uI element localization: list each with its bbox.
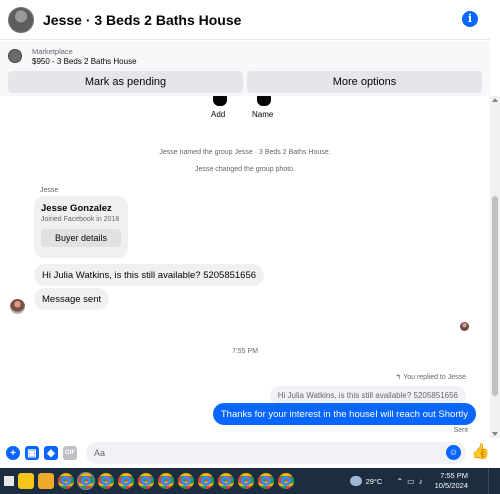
sticker-icon[interactable]: ◆ bbox=[44, 446, 58, 460]
listing-actions: Mark as pending More options bbox=[0, 71, 490, 96]
cloud-icon[interactable] bbox=[349, 476, 362, 486]
scroll-down-icon[interactable] bbox=[492, 432, 498, 436]
message-input[interactable]: Aa bbox=[86, 442, 466, 464]
mark-pending-button[interactable]: Mark as pending bbox=[8, 71, 243, 93]
message-status: Sent bbox=[453, 427, 468, 434]
chat-scrollbar[interactable] bbox=[490, 96, 500, 438]
incoming-message[interactable]: Message sent bbox=[34, 288, 110, 310]
info-icon[interactable]: i bbox=[462, 11, 478, 27]
incoming-message[interactable]: Hi Julia Watkins, is this still availabl… bbox=[34, 264, 265, 286]
sender-name: Jesse bbox=[40, 187, 59, 194]
folder-icon[interactable] bbox=[38, 473, 54, 489]
add-icon[interactable] bbox=[213, 96, 227, 106]
reply-indicator-text: You replied to Jesse bbox=[403, 374, 466, 381]
message-timestamp: 7:55 PM bbox=[231, 348, 259, 355]
clock[interactable]: 7:55 PM 10/5/2024 bbox=[435, 471, 468, 491]
marketplace-label: Marketplace bbox=[32, 46, 73, 56]
chrome-icon[interactable] bbox=[278, 473, 294, 489]
group-avatar[interactable] bbox=[8, 6, 34, 33]
message-list: Add Name Jesse named the group Jesse · 3… bbox=[0, 96, 490, 438]
conversation-header: Jesse · 3 Beds 2 Baths House i bbox=[0, 0, 490, 40]
name-label: Name bbox=[252, 110, 274, 119]
buyer-details-button[interactable]: Buyer details bbox=[41, 229, 121, 247]
buyer-name: Jesse Gonzalez bbox=[41, 203, 112, 214]
start-icon[interactable] bbox=[4, 476, 14, 486]
clock-date: 10/5/2024 bbox=[434, 481, 468, 490]
name-icon[interactable] bbox=[257, 96, 271, 106]
chrome-icon[interactable] bbox=[58, 473, 74, 489]
sender-avatar[interactable] bbox=[10, 299, 25, 314]
tray-icons[interactable]: ⌃▭♪ bbox=[396, 477, 426, 486]
chrome-icon[interactable] bbox=[238, 473, 254, 489]
chrome-icon[interactable] bbox=[118, 473, 134, 489]
clock-time: 7:55 PM bbox=[440, 471, 468, 480]
marketplace-bar[interactable]: Marketplace $950 - 3 Beds 2 Baths House bbox=[0, 41, 490, 71]
windows-taskbar: 29°C ⌃▭♪ 7:55 PM 10/5/2024 bbox=[0, 468, 500, 494]
temperature[interactable]: 29°C bbox=[366, 477, 383, 486]
conversation-title[interactable]: Jesse · 3 Beds 2 Baths House bbox=[43, 12, 241, 28]
plus-icon[interactable]: + bbox=[6, 446, 20, 460]
buyer-joined: Joined Facebook in 2018 bbox=[41, 216, 120, 223]
image-icon[interactable]: ▣ bbox=[25, 446, 39, 460]
chrome-icon[interactable] bbox=[138, 473, 154, 489]
seen-indicator-avatar bbox=[460, 322, 469, 331]
buyer-card: Jesse Gonzalez Joined Facebook in 2018 B… bbox=[34, 196, 128, 258]
emoji-icon[interactable]: ☺ bbox=[446, 445, 461, 460]
more-options-button[interactable]: More options bbox=[247, 71, 482, 93]
thumbs-up-icon[interactable]: 👍 bbox=[471, 443, 490, 461]
system-message: Jesse changed the group photo. bbox=[194, 166, 296, 173]
reply-indicator: ↰ You replied to Jesse bbox=[396, 373, 466, 381]
scroll-up-icon[interactable] bbox=[492, 98, 498, 102]
chrome-icon[interactable] bbox=[218, 473, 234, 489]
system-message: Jesse named the group Jesse · 3 Beds 2 B… bbox=[159, 149, 331, 156]
chrome-icon[interactable] bbox=[258, 473, 274, 489]
chrome-icon[interactable] bbox=[77, 472, 95, 490]
chrome-icon[interactable] bbox=[98, 473, 114, 489]
gif-icon[interactable]: GIF bbox=[63, 446, 77, 460]
outgoing-message[interactable]: Thanks for your interest in the houseI w… bbox=[212, 403, 476, 425]
chrome-icon[interactable] bbox=[158, 473, 174, 489]
scroll-thumb[interactable] bbox=[492, 196, 498, 396]
show-desktop-button[interactable] bbox=[488, 468, 498, 494]
chrome-icon[interactable] bbox=[198, 473, 214, 489]
add-label: Add bbox=[211, 110, 226, 119]
chrome-icon[interactable] bbox=[178, 473, 194, 489]
yellow-app-icon[interactable] bbox=[18, 473, 34, 489]
system-tray: 29°C ⌃▭♪ 7:55 PM 10/5/2024 bbox=[349, 468, 500, 494]
listing-title: $950 - 3 Beds 2 Baths House bbox=[32, 56, 137, 66]
listing-thumbnail bbox=[8, 49, 22, 63]
quoted-message[interactable]: Hi Julia Watkins, is this still availabl… bbox=[269, 386, 466, 404]
message-composer: + ▣ ◆ GIF Aa ☺ 👍 bbox=[0, 438, 500, 468]
